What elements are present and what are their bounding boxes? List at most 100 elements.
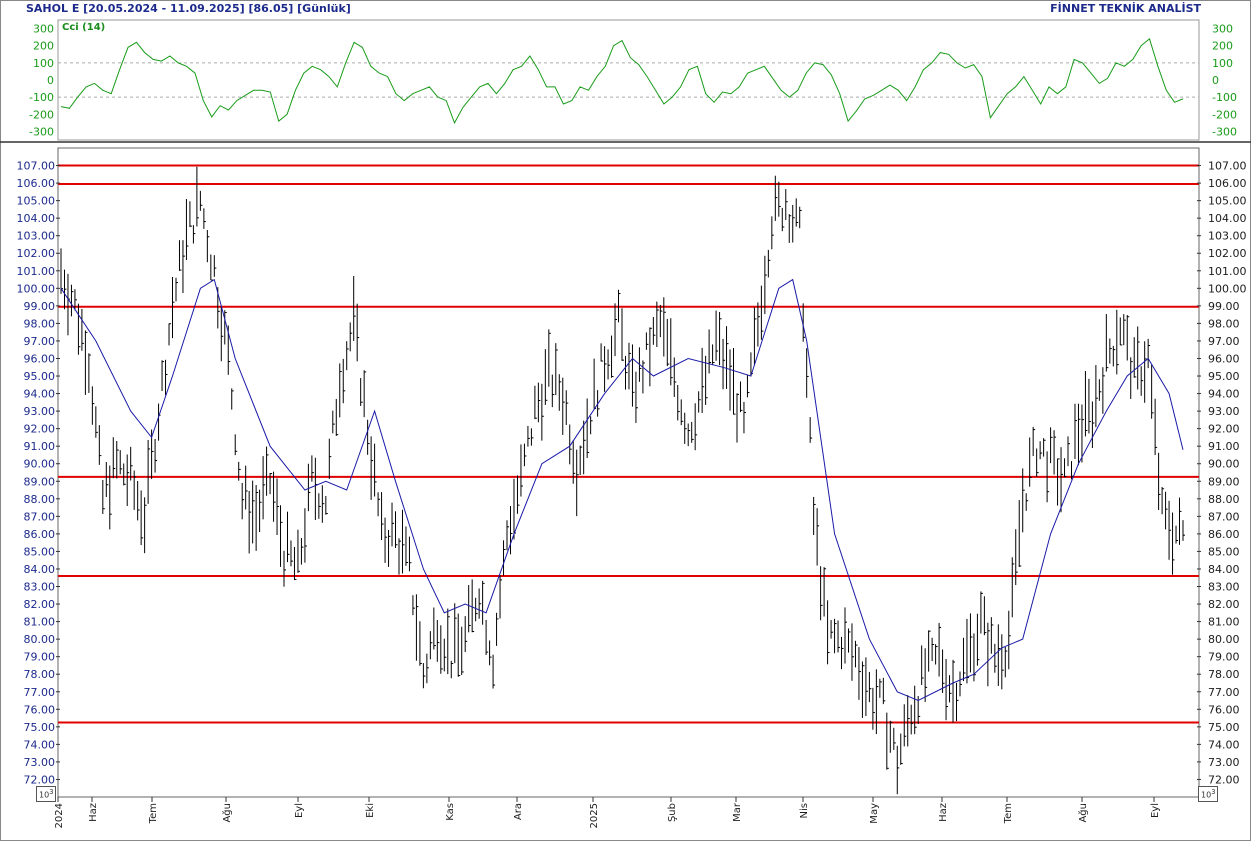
cci-tick-label-right: -200 — [1212, 108, 1237, 121]
price-tick-label-right: 107.00 — [1208, 160, 1247, 173]
price-tick-label-right: 94.00 — [1208, 388, 1240, 401]
price-tick-label-left: 105.00 — [17, 195, 56, 208]
x-tick-label: Haz — [88, 803, 99, 822]
price-tick-label-left: 106.00 — [17, 177, 56, 190]
price-tick-label-right: 92.00 — [1208, 423, 1240, 436]
cci-tick-label-left: -100 — [29, 91, 54, 104]
price-tick-label-right: 103.00 — [1208, 230, 1247, 243]
cci-tick-label-left: 300 — [33, 23, 54, 36]
price-tick-label-right: 105.00 — [1208, 195, 1247, 208]
unit-badge-left: 103 — [36, 786, 57, 802]
price-tick-label-right: 86.00 — [1208, 528, 1240, 541]
x-tick-label: Eyl — [294, 803, 305, 818]
cci-tick-label-left: -300 — [29, 125, 54, 138]
unit-badge-right: 103 — [1198, 786, 1219, 802]
x-tick-label: Eki — [365, 803, 376, 818]
price-tick-label-left: 92.00 — [24, 423, 56, 436]
price-tick-label-right: 104.00 — [1208, 212, 1247, 225]
price-tick-label-right: 83.00 — [1208, 581, 1240, 594]
price-tick-label-right: 73.00 — [1208, 756, 1240, 769]
price-tick-label-left: 76.00 — [24, 703, 56, 716]
price-tick-label-left: 78.00 — [24, 668, 56, 681]
price-tick-label-right: 101.00 — [1208, 265, 1247, 278]
price-tick-label-left: 94.00 — [24, 388, 56, 401]
price-tick-label-right: 87.00 — [1208, 510, 1240, 523]
x-tick-label: 2024 — [54, 803, 65, 828]
cci-tick-label-right: 200 — [1212, 40, 1233, 53]
price-tick-label-left: 98.00 — [24, 317, 56, 330]
chart-canvas: 300 300 200 200 100 100 0 0 -100 -100 -200 -200 -300… — [0, 0, 1251, 841]
vendor-label: FİNNET TEKNİK ANALİST — [1050, 2, 1201, 15]
price-tick-label-left: 89.00 — [24, 475, 56, 488]
price-tick-label-right: 75.00 — [1208, 721, 1240, 734]
price-plot-border — [57, 147, 1200, 798]
price-tick-label-left: 73.00 — [24, 756, 56, 769]
price-tick-label-right: 74.00 — [1208, 738, 1240, 751]
price-tick-label-right: 77.00 — [1208, 686, 1240, 699]
price-tick-label-left: 104.00 — [17, 212, 56, 225]
x-tick-label: Şub — [667, 803, 678, 822]
price-tick-label-right: 95.00 — [1208, 370, 1240, 383]
price-tick-label-left: 77.00 — [24, 686, 56, 699]
cci-legend-label: Cci (14) — [62, 22, 106, 33]
price-tick-label-left: 82.00 — [24, 598, 56, 611]
price-tick-label-right: 102.00 — [1208, 247, 1247, 260]
price-tick-label-left: 75.00 — [24, 721, 56, 734]
price-tick-label-right: 96.00 — [1208, 352, 1240, 365]
cci-tick-label-left: 100 — [33, 57, 54, 70]
cci-tick-label-left: 200 — [33, 40, 54, 53]
price-tick-label-left: 103.00 — [17, 230, 56, 243]
price-tick-label-right: 88.00 — [1208, 493, 1240, 506]
price-tick-label-left: 99.00 — [24, 300, 56, 313]
x-tick-label: Tem — [148, 803, 159, 824]
x-tick-label: Ağu — [1077, 803, 1089, 823]
cci-tick-label-right: -100 — [1212, 91, 1237, 104]
cci-tick-label-right: 0 — [1212, 74, 1219, 87]
price-tick-label-left: 100.00 — [17, 282, 56, 295]
price-tick-label-right: 81.00 — [1208, 616, 1240, 629]
price-tick-label-left: 107.00 — [17, 160, 56, 173]
price-tick-label-left: 96.00 — [24, 352, 56, 365]
x-tick-label: Ağu — [221, 803, 233, 823]
price-tick-label-right: 79.00 — [1208, 651, 1240, 664]
price-tick-label-right: 99.00 — [1208, 300, 1240, 313]
price-tick-label-right: 98.00 — [1208, 317, 1240, 330]
price-tick-label-right: 78.00 — [1208, 668, 1240, 681]
price-tick-label-left: 93.00 — [24, 405, 56, 418]
price-tick-label-left: 87.00 — [24, 510, 56, 523]
chart-frame — [0, 0, 1251, 841]
price-tick-label-left: 72.00 — [24, 773, 56, 786]
cci-tick-label-left: -200 — [29, 108, 54, 121]
price-tick-label-left: 102.00 — [17, 247, 56, 260]
chart-title: SAHOL E [20.05.2024 - 11.09.2025] [86.05… — [26, 2, 351, 15]
cci-tick-label-right: 100 — [1212, 57, 1233, 70]
cci-tick-label-left: 0 — [47, 74, 54, 87]
x-tick-label: Nis — [799, 803, 810, 818]
price-tick-label-right: 89.00 — [1208, 475, 1240, 488]
x-tick-label: Haz — [938, 803, 949, 822]
price-tick-label-right: 100.00 — [1208, 282, 1247, 295]
price-tick-label-right: 72.00 — [1208, 773, 1240, 786]
price-tick-label-right: 85.00 — [1208, 545, 1240, 558]
price-tick-label-left: 85.00 — [24, 545, 56, 558]
price-tick-label-left: 84.00 — [24, 563, 56, 576]
price-tick-label-left: 95.00 — [24, 370, 56, 383]
price-tick-label-left: 86.00 — [24, 528, 56, 541]
price-tick-label-left: 88.00 — [24, 493, 56, 506]
x-tick-label: Tem — [1003, 803, 1014, 824]
price-tick-label-left: 79.00 — [24, 651, 56, 664]
x-tick-label: 2025 — [589, 803, 600, 828]
price-tick-label-right: 106.00 — [1208, 177, 1247, 190]
price-tick-label-right: 90.00 — [1208, 458, 1240, 471]
price-tick-label-right: 97.00 — [1208, 335, 1240, 348]
price-tick-label-left: 81.00 — [24, 616, 56, 629]
price-tick-label-left: 101.00 — [17, 265, 56, 278]
cci-tick-label-right: 300 — [1212, 23, 1233, 36]
price-tick-label-left: 83.00 — [24, 581, 56, 594]
price-tick-label-right: 84.00 — [1208, 563, 1240, 576]
x-tick-label: Mar — [732, 802, 743, 822]
stock-chart: 300 300 200 200 100 100 0 0 -100 -100 -200 -200 -300… — [0, 0, 1251, 841]
x-tick-label: Eyl — [1150, 803, 1161, 818]
price-tick-label-right: 91.00 — [1208, 440, 1240, 453]
price-tick-label-right: 82.00 — [1208, 598, 1240, 611]
